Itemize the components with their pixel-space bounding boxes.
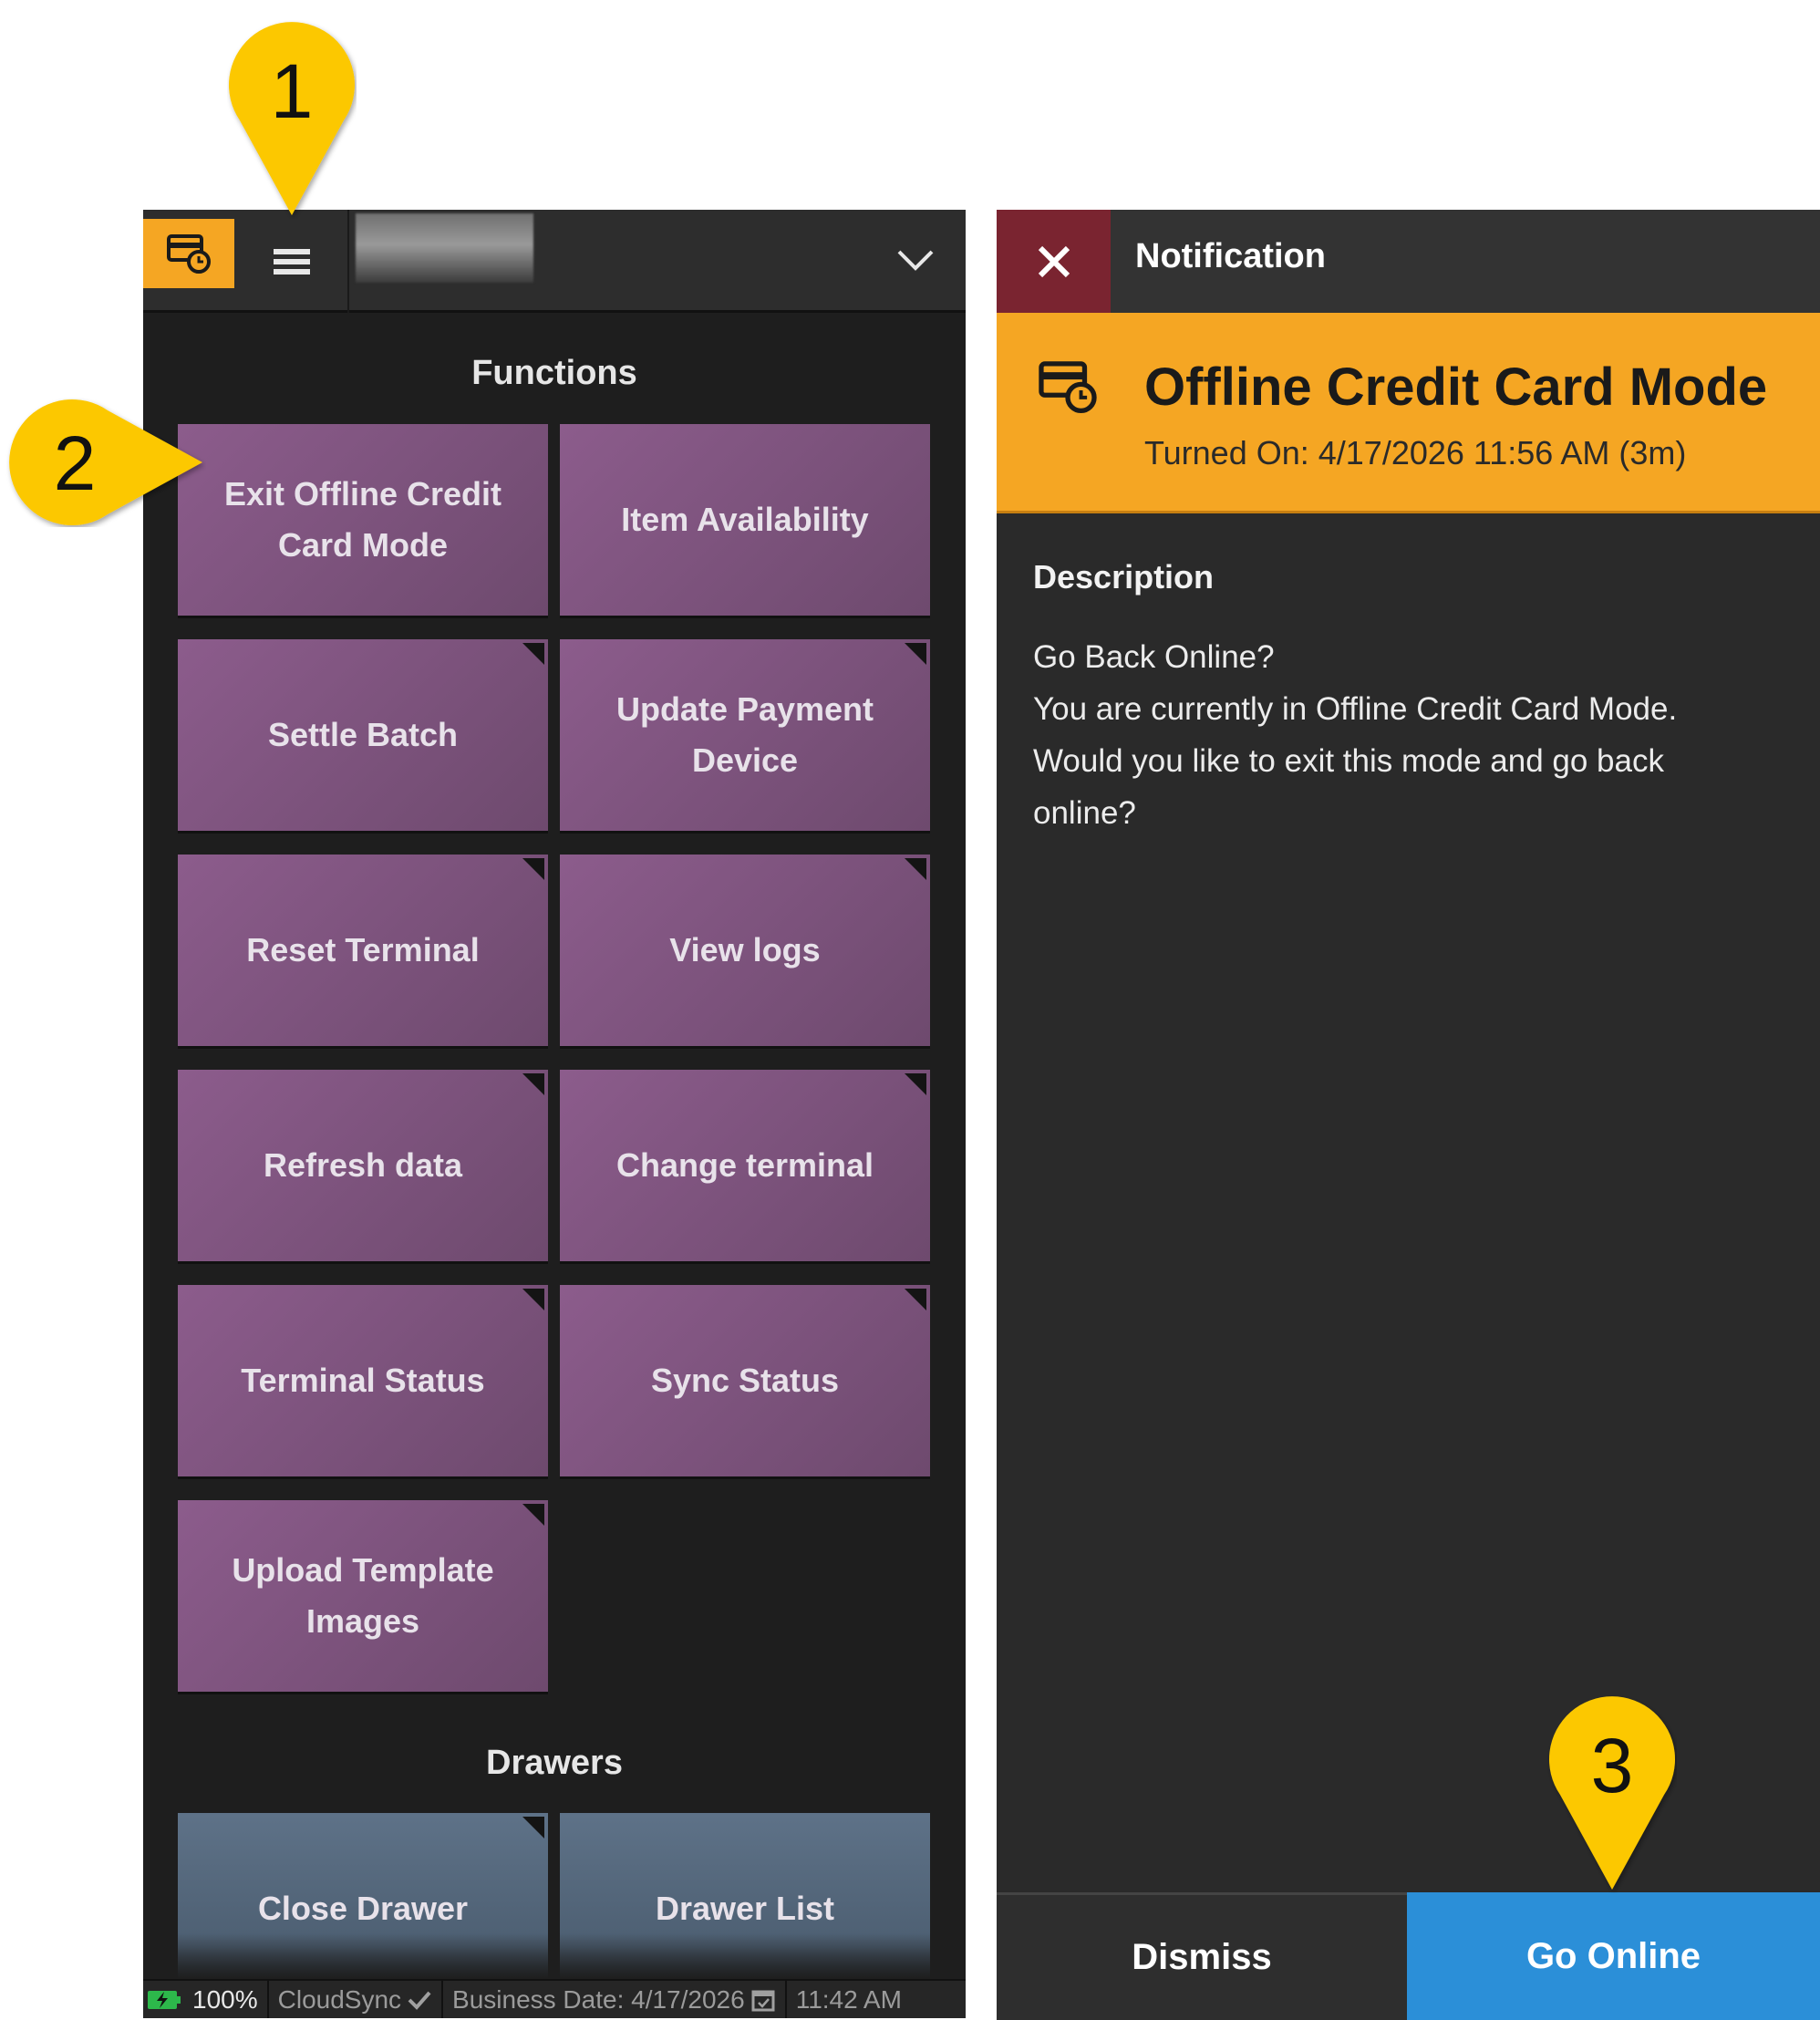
topbar-divider [347, 210, 349, 313]
credit-card-clock-icon [1039, 361, 1097, 414]
description-text: Go Back Online? You are currently in Off… [1033, 631, 1799, 839]
notification-header: Notification [997, 210, 1820, 313]
tile-label: Item Availability [621, 501, 869, 538]
callout-marker-1: 1 [229, 22, 355, 215]
function-tile-upload-template-images[interactable]: Upload Template Images [178, 1500, 548, 1692]
tile-label: Refresh data [263, 1146, 463, 1184]
description-label: Description [1033, 558, 1215, 596]
tile-label: Reset Terminal [246, 931, 480, 969]
tile-label: Change terminal [615, 1146, 874, 1184]
submenu-corner-indicator [905, 1289, 926, 1310]
tile-label: Sync Status [650, 1362, 840, 1399]
callout-number: 2 [54, 420, 97, 506]
submenu-corner-indicator [905, 858, 926, 880]
close-button[interactable] [997, 210, 1111, 313]
description-line: online? [1033, 795, 1136, 831]
callout-marker-2: 2 [9, 399, 202, 525]
function-tile-item-availability[interactable]: Item Availability [560, 424, 930, 616]
tile-label: Close Drawer [257, 1890, 469, 1927]
functions-section-title: Functions [471, 354, 637, 392]
callout-number: 1 [271, 48, 314, 134]
function-tile-sync-status[interactable]: Sync Status [560, 1285, 930, 1476]
status-divider [784, 1981, 787, 2018]
tile-label: Update Payment Device [615, 690, 874, 779]
chevron-down-icon [897, 250, 934, 271]
function-tile-reset-terminal[interactable]: Reset Terminal [178, 855, 548, 1046]
submenu-corner-indicator [905, 643, 926, 665]
dismiss-button[interactable]: Dismiss [997, 1892, 1407, 2020]
redacted-terminal-name [356, 213, 533, 283]
function-tile-exit-offline-credit-card-mode[interactable]: Exit Offline Credit Card Mode [178, 424, 548, 616]
function-tile-update-payment-device[interactable]: Update Payment Device [560, 639, 930, 831]
tile-label: Upload Template Images [232, 1551, 494, 1640]
business-date: Business Date: 4/17/2026 [452, 1984, 745, 2014]
status-time: 11:42 AM [795, 1984, 902, 2014]
top-bar [143, 210, 966, 313]
submenu-corner-indicator [522, 1504, 544, 1526]
credit-card-clock-icon [167, 234, 211, 274]
submenu-corner-indicator [522, 1073, 544, 1095]
scroll-fade [143, 1933, 966, 1979]
status-divider [266, 1981, 269, 2018]
cloudsync-label: CloudSync [277, 1984, 402, 2014]
dropdown-button[interactable] [893, 237, 938, 283]
battery-percent: 100% [192, 1984, 258, 2014]
menu-button[interactable] [243, 210, 339, 313]
check-icon [408, 1991, 431, 2010]
submenu-corner-indicator [522, 858, 544, 880]
submenu-corner-indicator [522, 1817, 544, 1839]
function-tile-view-logs[interactable]: View logs [560, 855, 930, 1046]
function-tile-terminal-status[interactable]: Terminal Status [178, 1285, 548, 1476]
offline-mode-badge[interactable] [143, 219, 234, 288]
submenu-corner-indicator [522, 1289, 544, 1310]
notification-panel: Notification Offline Credit Card Mode Tu… [997, 210, 1820, 2020]
functions-panel: Functions Exit Offline Credit Card Mode I… [143, 210, 966, 2018]
calendar-icon [751, 1990, 775, 2011]
action-bar: Dismiss Go Online [997, 1892, 1820, 2020]
go-online-button[interactable]: Go Online [1407, 1892, 1820, 2020]
function-tile-refresh-data[interactable]: Refresh data [178, 1070, 548, 1261]
description-line: You are currently in Offline Credit Card… [1033, 691, 1678, 727]
drawers-section-title: Drawers [486, 1744, 623, 1782]
tile-label: Exit Offline Credit Card Mode [223, 475, 502, 564]
callout-marker-3: 3 [1549, 1696, 1675, 1890]
tile-label: Drawer List [655, 1890, 835, 1927]
description-line: Go Back Online? [1033, 639, 1275, 675]
tile-label: View logs [669, 931, 821, 969]
status-divider [441, 1981, 444, 2018]
callout-number: 3 [1591, 1723, 1634, 1808]
function-tile-change-terminal[interactable]: Change terminal [560, 1070, 930, 1261]
hamburger-menu-icon [273, 248, 310, 275]
function-tile-settle-batch[interactable]: Settle Batch [178, 639, 548, 831]
banner-title: Offline Credit Card Mode [1144, 357, 1768, 417]
submenu-corner-indicator [905, 1073, 926, 1095]
description-line: Would you like to exit this mode and go … [1033, 743, 1664, 779]
status-bar: 100% CloudSync Business Date: 4/17/2026 … [143, 1979, 966, 2018]
close-icon [1038, 245, 1070, 277]
tile-label: Settle Batch [267, 716, 459, 753]
offline-mode-banner: Offline Credit Card Mode Turned On: 4/17… [997, 313, 1820, 513]
tile-label: Terminal Status [241, 1362, 485, 1399]
submenu-corner-indicator [522, 643, 544, 665]
battery-charging-icon [148, 1990, 181, 2009]
notification-title: Notification [1135, 237, 1326, 275]
banner-subtitle: Turned On: 4/17/2026 11:56 AM (3m) [1144, 434, 1687, 471]
